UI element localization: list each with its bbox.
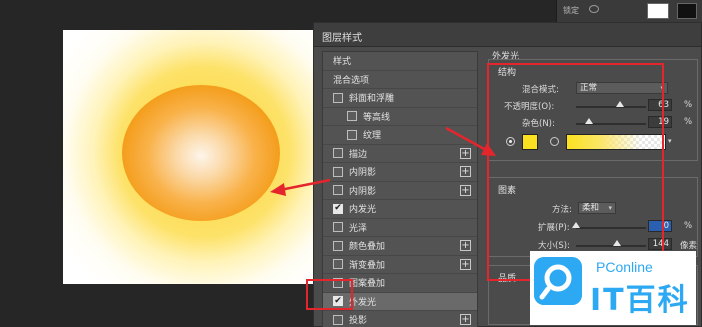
style-row[interactable]: 混合选项 bbox=[323, 71, 477, 89]
style-checkbox[interactable] bbox=[333, 259, 343, 270]
style-row-label: 内阴影 bbox=[349, 186, 377, 197]
style-row-label: 混合选项 bbox=[333, 75, 370, 86]
layer-thumbnail[interactable] bbox=[647, 3, 669, 19]
style-row-label: 图案叠加 bbox=[349, 279, 386, 290]
style-row-label: 投影 bbox=[349, 316, 368, 327]
add-style-plus-icon[interactable]: + bbox=[460, 147, 471, 159]
style-row[interactable]: 渐变叠加 + bbox=[323, 256, 477, 274]
style-row[interactable]: 投影 + bbox=[323, 311, 477, 327]
style-row[interactable]: 等高线 bbox=[323, 108, 477, 126]
eye-icon[interactable] bbox=[589, 5, 599, 13]
layers-lock-label: 锁定 bbox=[563, 6, 579, 15]
spread-unit: % bbox=[684, 221, 693, 231]
style-checkbox[interactable] bbox=[333, 148, 343, 159]
gradient-chevron-icon[interactable]: ▾ bbox=[668, 137, 672, 145]
screenshot-root: 锁定 图层样式 样式 混合选项斜面和浮雕等高线纹理描边 + 内阴影 + 内阴影 + ✔ 内发光… bbox=[0, 0, 702, 327]
style-row-label: 内发光 bbox=[349, 205, 377, 216]
layers-panel-strip: 锁定 bbox=[556, 0, 702, 22]
style-row-label: 斜面和浮雕 bbox=[349, 94, 395, 105]
dialog-title: 图层样式 bbox=[314, 23, 701, 47]
logo-brand-text: PConline bbox=[596, 259, 653, 275]
style-row[interactable]: 光泽 bbox=[323, 219, 477, 237]
style-row[interactable]: 纹理 bbox=[323, 126, 477, 145]
styles-header[interactable]: 样式 bbox=[323, 52, 477, 71]
style-row[interactable]: 颜色叠加 + bbox=[323, 237, 477, 256]
style-checkbox[interactable] bbox=[333, 240, 343, 251]
style-checkbox[interactable] bbox=[347, 129, 357, 140]
style-checkbox[interactable]: ✔ bbox=[333, 203, 343, 214]
opacity-unit: % bbox=[684, 100, 693, 110]
annotation-highlight-outer-glow bbox=[306, 279, 353, 310]
style-row[interactable]: 内阴影 + bbox=[323, 182, 477, 200]
size-unit: 像素 bbox=[680, 241, 698, 251]
style-row[interactable]: 斜面和浮雕 bbox=[323, 89, 477, 108]
style-checkbox[interactable] bbox=[333, 92, 343, 103]
style-row-label: 内阴影 bbox=[349, 168, 377, 179]
style-row-label: 渐变叠加 bbox=[349, 260, 386, 271]
style-row-label: 外发光 bbox=[349, 297, 377, 308]
layer-mask-thumbnail[interactable] bbox=[677, 3, 697, 19]
style-checkbox[interactable] bbox=[347, 111, 357, 122]
pconline-magnifier-icon bbox=[534, 257, 582, 305]
style-row[interactable]: 描边 + bbox=[323, 145, 477, 163]
logo-cn-text: IT百科 bbox=[590, 283, 690, 318]
add-style-plus-icon[interactable]: + bbox=[460, 240, 471, 252]
style-checkbox[interactable] bbox=[333, 166, 343, 177]
style-checkbox[interactable] bbox=[333, 314, 343, 325]
pconline-logo: PConline IT百科 bbox=[530, 251, 696, 325]
style-row-label: 描边 bbox=[349, 149, 368, 160]
style-row-label: 光泽 bbox=[349, 223, 368, 234]
style-row-label: 等高线 bbox=[363, 112, 391, 123]
annotation-highlight-settings bbox=[487, 63, 664, 281]
add-style-plus-icon[interactable]: + bbox=[460, 184, 471, 196]
document-canvas[interactable] bbox=[63, 30, 317, 284]
style-row[interactable]: ✔ 内发光 bbox=[323, 200, 477, 219]
add-style-plus-icon[interactable]: + bbox=[460, 258, 471, 270]
add-style-plus-icon[interactable]: + bbox=[460, 166, 471, 178]
style-row-label: 颜色叠加 bbox=[349, 242, 386, 253]
styles-header-label: 样式 bbox=[333, 57, 352, 68]
noise-unit: % bbox=[684, 117, 693, 127]
style-row[interactable]: 内阴影 + bbox=[323, 163, 477, 182]
style-row-label: 纹理 bbox=[363, 131, 382, 142]
style-checkbox[interactable] bbox=[333, 222, 343, 233]
style-checkbox[interactable] bbox=[333, 185, 343, 196]
add-style-plus-icon[interactable]: + bbox=[460, 314, 471, 326]
sun-circle-layer bbox=[122, 85, 280, 221]
